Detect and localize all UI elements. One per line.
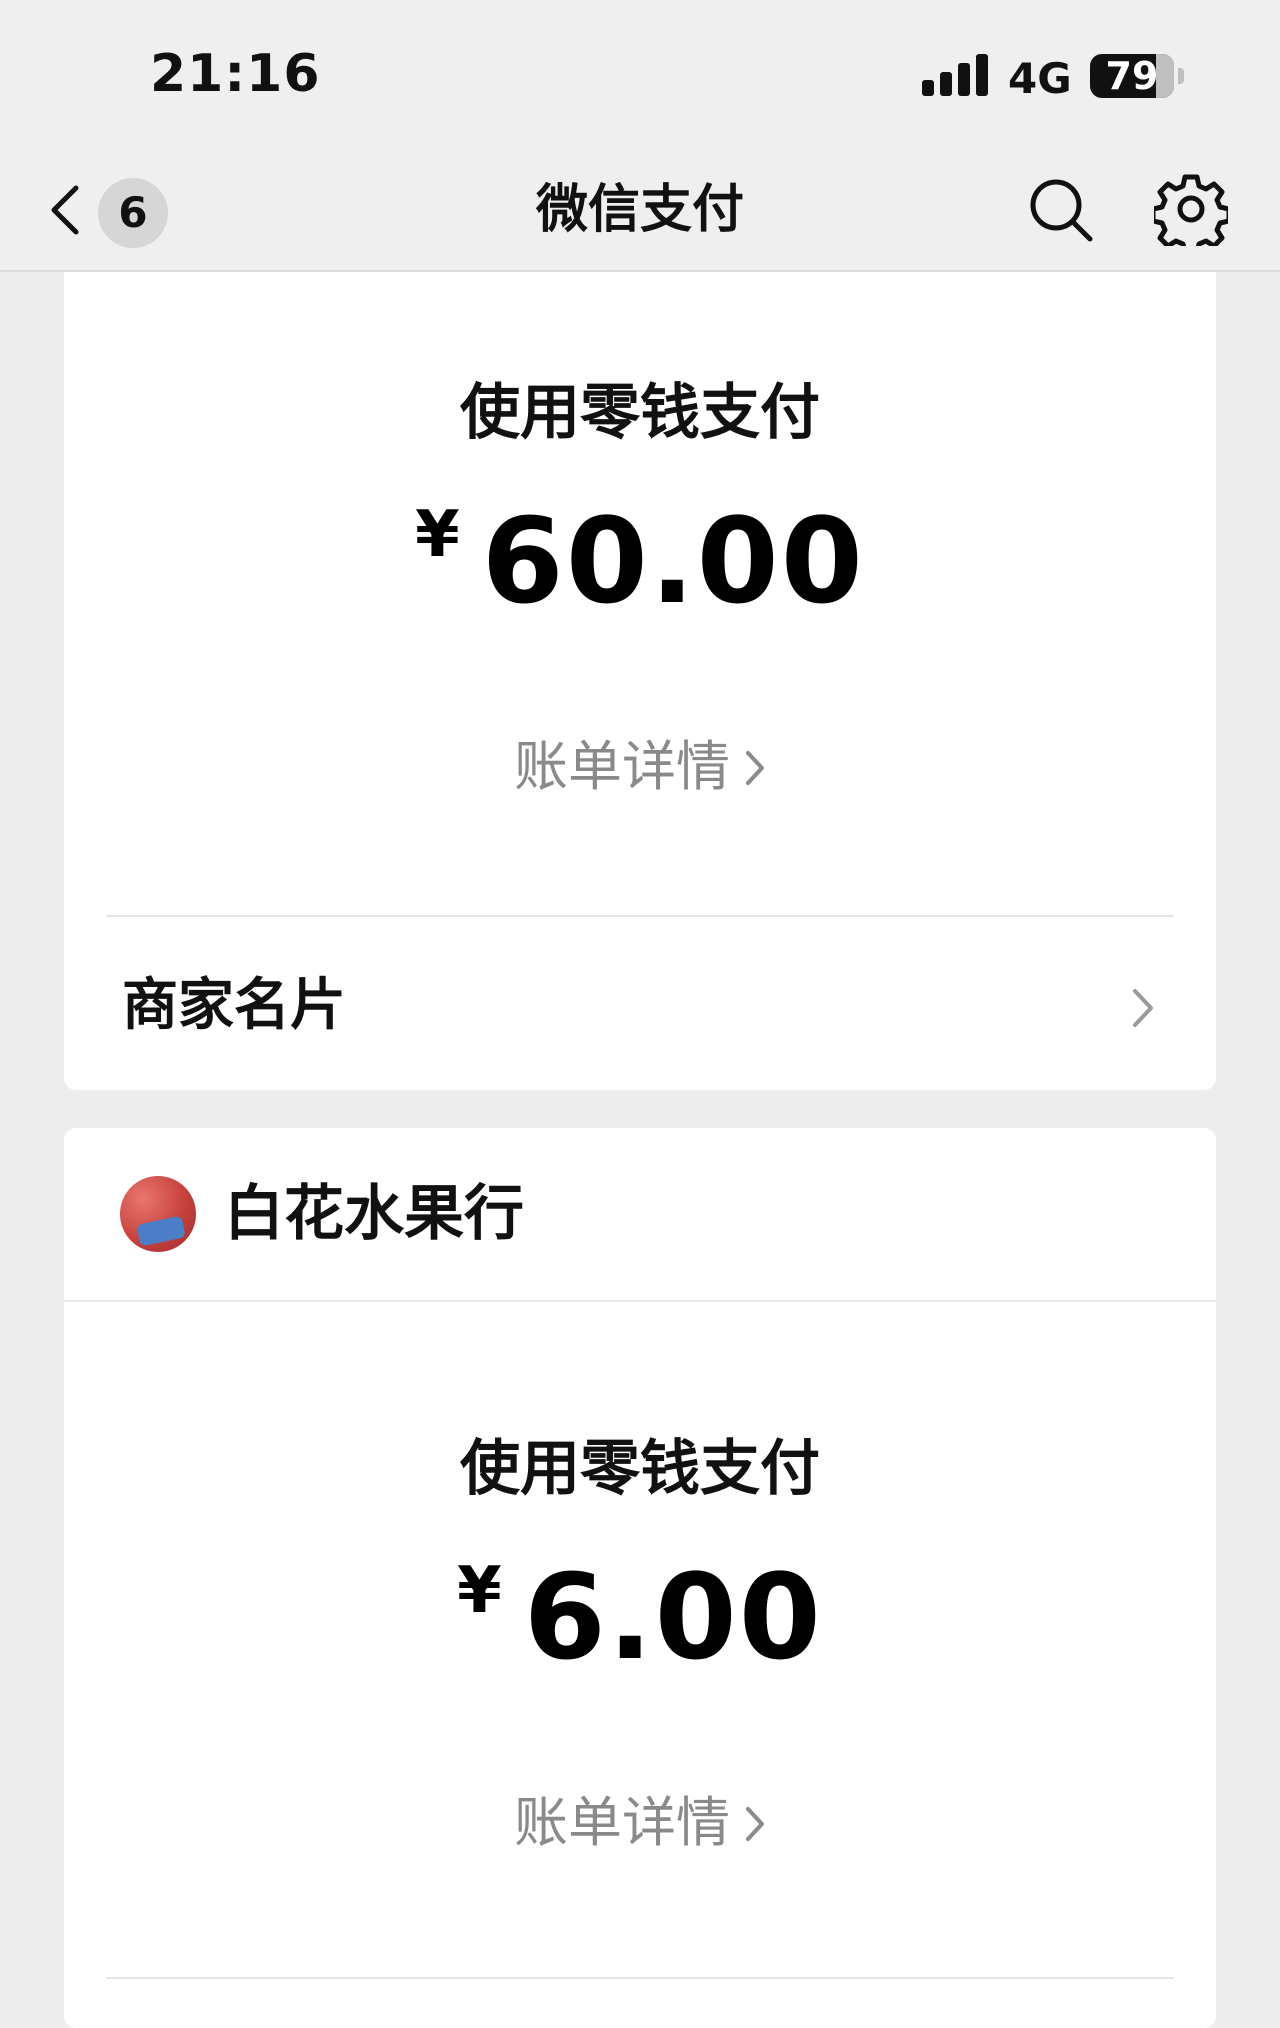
chevron-right-icon	[746, 1807, 764, 1841]
currency-symbol: ¥	[415, 498, 460, 572]
status-time: 21:16	[150, 44, 321, 104]
battery-icon: 79	[1090, 54, 1174, 98]
amount-value: 60.00	[481, 492, 865, 630]
payment-method: 使用零钱支付	[460, 378, 820, 448]
chevron-right-icon	[746, 751, 764, 785]
back-chevron-icon	[51, 185, 79, 235]
merchant-card-label: 商家名片	[122, 973, 346, 1038]
nav-bar: 微信支付 6	[0, 150, 1280, 272]
payment-amount: ¥6.00	[64, 1548, 1216, 1686]
network-type: 4G	[1008, 54, 1072, 103]
back-button[interactable]: 6	[42, 178, 172, 248]
shop-name: 白花水果行	[224, 1179, 524, 1249]
gear-icon[interactable]	[1154, 172, 1228, 246]
divider	[106, 1977, 1174, 1979]
bill-details-link[interactable]: 账单详情	[64, 1778, 1216, 1857]
payment-amount: ¥60.00	[64, 492, 1216, 630]
bill-details-link[interactable]: 账单详情	[64, 722, 1216, 801]
signal-icon	[922, 54, 988, 96]
payment-method: 使用零钱支付	[460, 1434, 820, 1504]
chevron-right-icon	[1133, 989, 1153, 1027]
avatar	[120, 1176, 196, 1252]
status-bar: 21:16 4G 79	[0, 0, 1280, 150]
bill-details-label: 账单详情	[514, 735, 730, 798]
transaction-card: 白花水果行 使用零钱支付 ¥6.00 账单详情	[64, 1128, 1216, 2028]
shop-header[interactable]: 白花水果行	[64, 1128, 1216, 1302]
unread-count-badge: 6	[98, 178, 168, 248]
battery-level: 79	[1105, 54, 1159, 98]
merchant-card-row[interactable]: 商家名片	[64, 917, 1216, 1095]
currency-symbol: ¥	[457, 1554, 502, 1628]
battery-tip	[1178, 68, 1184, 84]
search-icon[interactable]	[1026, 175, 1096, 245]
transaction-card: 使用零钱支付 ¥60.00 账单详情 商家名片	[64, 272, 1216, 1090]
bill-details-label: 账单详情	[514, 1791, 730, 1854]
amount-value: 6.00	[523, 1548, 823, 1686]
